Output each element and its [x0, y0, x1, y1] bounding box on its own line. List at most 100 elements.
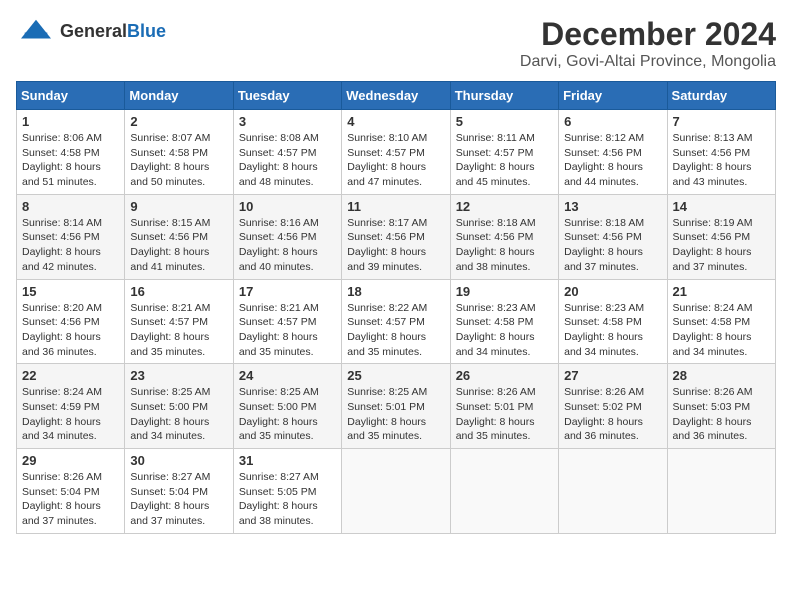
calendar-cell: 5Sunrise: 8:11 AMSunset: 4:57 PMDaylight…: [450, 110, 558, 195]
calendar-cell: 22 Sunrise: 8:24 AMSunset: 4:59 PMDayligh…: [17, 364, 125, 449]
day-number: 29: [22, 453, 119, 468]
calendar-cell: 24 Sunrise: 8:25 AMSunset: 5:00 PMDayligh…: [233, 364, 341, 449]
day-info: Sunrise: 8:20 AMSunset: 4:56 PMDaylight:…: [22, 301, 119, 360]
day-info: Sunrise: 8:21 AMSunset: 4:57 PMDaylight:…: [130, 301, 227, 360]
logo-blue: Blue: [127, 21, 166, 42]
day-number: 18: [347, 284, 444, 299]
header-monday: Monday: [125, 82, 233, 110]
day-number: 26: [456, 368, 553, 383]
calendar-week-5: 29 Sunrise: 8:26 AMSunset: 5:04 PMDayligh…: [17, 449, 776, 534]
calendar-week-4: 22 Sunrise: 8:24 AMSunset: 4:59 PMDayligh…: [17, 364, 776, 449]
page-header: General Blue December 2024 Darvi, Govi-A…: [16, 16, 776, 71]
calendar-cell: 17 Sunrise: 8:21 AMSunset: 4:57 PMDayligh…: [233, 279, 341, 364]
day-number: 23: [130, 368, 227, 383]
calendar-week-2: 8 Sunrise: 8:14 AMSunset: 4:56 PMDaylight…: [17, 194, 776, 279]
calendar-cell: 18 Sunrise: 8:22 AMSunset: 4:57 PMDayligh…: [342, 279, 450, 364]
day-info: Sunrise: 8:26 AMSunset: 5:02 PMDaylight:…: [564, 385, 661, 444]
header-thursday: Thursday: [450, 82, 558, 110]
day-info: Sunrise: 8:14 AMSunset: 4:56 PMDaylight:…: [22, 216, 119, 275]
calendar-cell: [342, 449, 450, 534]
day-info: Sunrise: 8:18 AMSunset: 4:56 PMDaylight:…: [456, 216, 553, 275]
calendar-cell: 4Sunrise: 8:10 AMSunset: 4:57 PMDaylight…: [342, 110, 450, 195]
calendar-cell: 20Sunrise: 8:23 AMSunset: 4:58 PMDayligh…: [559, 279, 667, 364]
day-info: Sunrise: 8:07 AMSunset: 4:58 PMDaylight:…: [130, 131, 227, 190]
day-info: Sunrise: 8:25 AMSunset: 5:00 PMDaylight:…: [130, 385, 227, 444]
calendar-cell: 28Sunrise: 8:26 AMSunset: 5:03 PMDayligh…: [667, 364, 775, 449]
day-number: 22: [22, 368, 119, 383]
calendar-cell: 26 Sunrise: 8:26 AMSunset: 5:01 PMDayligh…: [450, 364, 558, 449]
day-info: Sunrise: 8:11 AMSunset: 4:57 PMDaylight:…: [456, 131, 553, 190]
calendar-cell: 23 Sunrise: 8:25 AMSunset: 5:00 PMDayligh…: [125, 364, 233, 449]
day-info: Sunrise: 8:13 AMSunset: 4:56 PMDaylight:…: [673, 131, 770, 190]
day-info: Sunrise: 8:26 AMSunset: 5:04 PMDaylight:…: [22, 470, 119, 529]
day-info: Sunrise: 8:27 AMSunset: 5:05 PMDaylight:…: [239, 470, 336, 529]
day-number: 19: [456, 284, 553, 299]
calendar-cell: 27 Sunrise: 8:26 AMSunset: 5:02 PMDayligh…: [559, 364, 667, 449]
day-number: 10: [239, 199, 336, 214]
day-info: Sunrise: 8:12 AMSunset: 4:56 PMDaylight:…: [564, 131, 661, 190]
day-info: Sunrise: 8:25 AMSunset: 5:01 PMDaylight:…: [347, 385, 444, 444]
day-number: 24: [239, 368, 336, 383]
calendar-cell: 1 Sunrise: 8:06 AMSunset: 4:58 PMDaylight…: [17, 110, 125, 195]
day-number: 21: [673, 284, 770, 299]
calendar-cell: [450, 449, 558, 534]
day-info: Sunrise: 8:10 AMSunset: 4:57 PMDaylight:…: [347, 131, 444, 190]
calendar-cell: 3Sunrise: 8:08 AMSunset: 4:57 PMDaylight…: [233, 110, 341, 195]
day-number: 17: [239, 284, 336, 299]
calendar-cell: 19Sunrise: 8:23 AMSunset: 4:58 PMDayligh…: [450, 279, 558, 364]
day-info: Sunrise: 8:22 AMSunset: 4:57 PMDaylight:…: [347, 301, 444, 360]
day-number: 28: [673, 368, 770, 383]
day-info: Sunrise: 8:15 AMSunset: 4:56 PMDaylight:…: [130, 216, 227, 275]
day-number: 25: [347, 368, 444, 383]
calendar-cell: 21 Sunrise: 8:24 AMSunset: 4:58 PMDayligh…: [667, 279, 775, 364]
header-saturday: Saturday: [667, 82, 775, 110]
calendar-cell: 10Sunrise: 8:16 AMSunset: 4:56 PMDayligh…: [233, 194, 341, 279]
calendar-cell: 13 Sunrise: 8:18 AMSunset: 4:56 PMDayligh…: [559, 194, 667, 279]
day-number: 8: [22, 199, 119, 214]
calendar-cell: 11 Sunrise: 8:17 AMSunset: 4:56 PMDayligh…: [342, 194, 450, 279]
logo-general: General: [60, 21, 127, 42]
day-number: 6: [564, 114, 661, 129]
day-number: 15: [22, 284, 119, 299]
day-info: Sunrise: 8:17 AMSunset: 4:56 PMDaylight:…: [347, 216, 444, 275]
day-number: 27: [564, 368, 661, 383]
day-info: Sunrise: 8:24 AMSunset: 4:58 PMDaylight:…: [673, 301, 770, 360]
day-number: 11: [347, 199, 444, 214]
calendar-cell: [559, 449, 667, 534]
logo-icon: [16, 16, 56, 46]
month-title: December 2024: [520, 16, 776, 53]
calendar-cell: 16 Sunrise: 8:21 AMSunset: 4:57 PMDayligh…: [125, 279, 233, 364]
day-info: Sunrise: 8:21 AMSunset: 4:57 PMDaylight:…: [239, 301, 336, 360]
calendar-cell: 9 Sunrise: 8:15 AMSunset: 4:56 PMDaylight…: [125, 194, 233, 279]
day-info: Sunrise: 8:27 AMSunset: 5:04 PMDaylight:…: [130, 470, 227, 529]
day-info: Sunrise: 8:18 AMSunset: 4:56 PMDaylight:…: [564, 216, 661, 275]
day-number: 9: [130, 199, 227, 214]
day-number: 2: [130, 114, 227, 129]
calendar-cell: 2 Sunrise: 8:07 AMSunset: 4:58 PMDaylight…: [125, 110, 233, 195]
logo: General Blue: [16, 16, 166, 46]
calendar-cell: 6 Sunrise: 8:12 AMSunset: 4:56 PMDaylight…: [559, 110, 667, 195]
day-number: 20: [564, 284, 661, 299]
calendar-cell: 15 Sunrise: 8:20 AMSunset: 4:56 PMDayligh…: [17, 279, 125, 364]
calendar-week-1: 1 Sunrise: 8:06 AMSunset: 4:58 PMDaylight…: [17, 110, 776, 195]
day-number: 14: [673, 199, 770, 214]
day-number: 13: [564, 199, 661, 214]
calendar-cell: 29 Sunrise: 8:26 AMSunset: 5:04 PMDayligh…: [17, 449, 125, 534]
day-info: Sunrise: 8:26 AMSunset: 5:01 PMDaylight:…: [456, 385, 553, 444]
calendar-header-row: SundayMondayTuesdayWednesdayThursdayFrid…: [17, 82, 776, 110]
calendar-cell: [667, 449, 775, 534]
day-number: 16: [130, 284, 227, 299]
calendar-cell: 25 Sunrise: 8:25 AMSunset: 5:01 PMDayligh…: [342, 364, 450, 449]
header-friday: Friday: [559, 82, 667, 110]
location-title: Darvi, Govi-Altai Province, Mongolia: [520, 53, 776, 71]
calendar-cell: 12Sunrise: 8:18 AMSunset: 4:56 PMDayligh…: [450, 194, 558, 279]
day-info: Sunrise: 8:24 AMSunset: 4:59 PMDaylight:…: [22, 385, 119, 444]
day-number: 1: [22, 114, 119, 129]
day-number: 7: [673, 114, 770, 129]
calendar-cell: 31Sunrise: 8:27 AMSunset: 5:05 PMDayligh…: [233, 449, 341, 534]
day-number: 3: [239, 114, 336, 129]
day-info: Sunrise: 8:06 AMSunset: 4:58 PMDaylight:…: [22, 131, 119, 190]
day-number: 30: [130, 453, 227, 468]
header-wednesday: Wednesday: [342, 82, 450, 110]
day-info: Sunrise: 8:25 AMSunset: 5:00 PMDaylight:…: [239, 385, 336, 444]
